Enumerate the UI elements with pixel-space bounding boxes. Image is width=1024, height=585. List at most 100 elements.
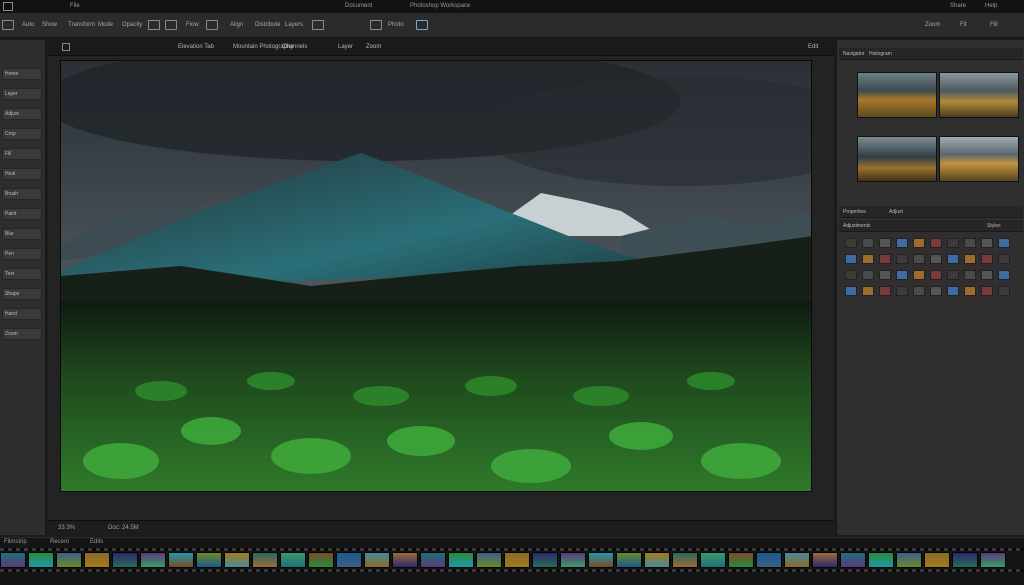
adjustment-icon[interactable] xyxy=(913,286,925,296)
filmstrip-frame[interactable] xyxy=(280,552,306,568)
filmstrip-frame[interactable] xyxy=(728,552,754,568)
tool-row[interactable]: Layer xyxy=(2,88,42,100)
filmstrip-frame[interactable] xyxy=(140,552,166,568)
tab-close-icon[interactable] xyxy=(62,43,70,51)
filmstrip-frame[interactable] xyxy=(560,552,586,568)
adjustment-icon[interactable] xyxy=(964,254,976,264)
adjustment-icon[interactable] xyxy=(879,286,891,296)
adjustments-tab[interactable]: Styles xyxy=(987,223,1001,229)
filmstrip-frame[interactable] xyxy=(308,552,334,568)
frame-icon[interactable] xyxy=(416,20,428,30)
adjustment-icon[interactable] xyxy=(930,270,942,280)
adjustment-icon[interactable] xyxy=(947,254,959,264)
adjustment-icon[interactable] xyxy=(913,238,925,248)
filmstrip-frame[interactable] xyxy=(196,552,222,568)
adjustment-icon[interactable] xyxy=(879,270,891,280)
preview-thumb-3[interactable] xyxy=(857,136,937,182)
menu-file[interactable]: File xyxy=(70,3,80,9)
option-distribute[interactable]: Distribute xyxy=(255,22,280,28)
adjustments-panel-header[interactable]: Adjustments Styles xyxy=(839,220,1023,232)
tool-row[interactable]: Hand xyxy=(2,308,42,320)
filmstrip-frame[interactable] xyxy=(28,552,54,568)
filmstrip-frame[interactable] xyxy=(0,552,26,568)
mask-icon[interactable] xyxy=(370,20,382,30)
adjustment-icon[interactable] xyxy=(879,238,891,248)
tool-row[interactable]: Heal xyxy=(2,168,42,180)
view-label[interactable]: Zoom xyxy=(366,44,381,50)
adjustment-icon[interactable] xyxy=(896,254,908,264)
option-layers[interactable]: Layers xyxy=(285,22,303,28)
adjustment-icon[interactable] xyxy=(862,254,874,264)
adjustment-icon[interactable] xyxy=(947,270,959,280)
adjustment-icon[interactable] xyxy=(964,270,976,280)
adjustment-icon[interactable] xyxy=(845,254,857,264)
preview-thumb-2[interactable] xyxy=(939,72,1019,118)
filmstrip-frame[interactable] xyxy=(336,552,362,568)
option-fit[interactable]: Fit xyxy=(960,22,967,28)
filmstrip-frame[interactable] xyxy=(588,552,614,568)
filmstrip-frame[interactable] xyxy=(784,552,810,568)
adjustment-icon[interactable] xyxy=(896,238,908,248)
adjustment-icon[interactable] xyxy=(845,238,857,248)
filmstrip-frame[interactable] xyxy=(224,552,250,568)
filmstrip-frame[interactable] xyxy=(112,552,138,568)
filmstrip-frame[interactable] xyxy=(448,552,474,568)
adjustment-icon[interactable] xyxy=(998,254,1010,264)
tool-row[interactable]: Blur xyxy=(2,228,42,240)
option-flow[interactable]: Flow xyxy=(186,22,199,28)
adjustment-icon[interactable] xyxy=(964,286,976,296)
image-canvas[interactable] xyxy=(60,60,812,492)
adjustment-icon[interactable] xyxy=(981,270,993,280)
distribute-icon[interactable] xyxy=(206,20,218,30)
navigator-tab[interactable]: Histogram xyxy=(869,51,892,57)
option-photo[interactable]: Photo xyxy=(388,22,404,28)
zoom-readout[interactable]: 33.3% xyxy=(58,525,75,531)
filmstrip-frame[interactable] xyxy=(252,552,278,568)
filmstrip-frame[interactable] xyxy=(56,552,82,568)
adjustment-icon[interactable] xyxy=(913,254,925,264)
layer-label[interactable]: Layer xyxy=(338,44,353,50)
adjustment-icon[interactable] xyxy=(947,238,959,248)
filmstrip-frame[interactable] xyxy=(980,552,1006,568)
tool-row[interactable]: Zoom xyxy=(2,328,42,340)
option-mode[interactable]: Mode xyxy=(98,22,113,28)
adjustment-icon[interactable] xyxy=(845,286,857,296)
recent-label[interactable]: Recent xyxy=(50,539,69,545)
adjustment-icon[interactable] xyxy=(862,286,874,296)
filmstrip-frame[interactable] xyxy=(840,552,866,568)
tool-row[interactable]: Home xyxy=(2,68,42,80)
properties-tab[interactable]: Adjust xyxy=(889,209,903,215)
filmstrip-frame[interactable] xyxy=(896,552,922,568)
filmstrip-frame[interactable] xyxy=(168,552,194,568)
adjustment-icon[interactable] xyxy=(981,286,993,296)
tool-row[interactable]: Adjust xyxy=(2,108,42,120)
filmstrip-frame[interactable] xyxy=(364,552,390,568)
option-fill[interactable]: Fill xyxy=(990,22,998,28)
filmstrip-frame[interactable] xyxy=(532,552,558,568)
preview-thumb-4[interactable] xyxy=(939,136,1019,182)
filmstrip-frame[interactable] xyxy=(924,552,950,568)
adjustment-icon[interactable] xyxy=(981,238,993,248)
mode-label[interactable]: Channels xyxy=(282,44,307,50)
filmstrip-frame[interactable] xyxy=(868,552,894,568)
filmstrip-frame[interactable] xyxy=(700,552,726,568)
adjustment-icon[interactable] xyxy=(913,270,925,280)
document-tab[interactable]: Elevation Tab xyxy=(178,44,214,50)
filmstrip-frame[interactable] xyxy=(812,552,838,568)
adjustment-icon[interactable] xyxy=(981,254,993,264)
filmstrip-frame[interactable] xyxy=(84,552,110,568)
tool-row[interactable]: Fill xyxy=(2,148,42,160)
tool-row[interactable]: Pen xyxy=(2,248,42,260)
option-align[interactable]: Align xyxy=(230,22,243,28)
filmstrip-frame[interactable] xyxy=(952,552,978,568)
layers-icon[interactable] xyxy=(312,20,324,30)
filmstrip-frame[interactable] xyxy=(756,552,782,568)
adjustment-icon[interactable] xyxy=(879,254,891,264)
tool-row[interactable]: Brush xyxy=(2,188,42,200)
tool-row[interactable]: Text xyxy=(2,268,42,280)
adjustment-icon[interactable] xyxy=(998,238,1010,248)
option-zoom[interactable]: Zoom xyxy=(925,22,940,28)
adjustment-icon[interactable] xyxy=(896,270,908,280)
adjustment-icon[interactable] xyxy=(947,286,959,296)
option-opacity[interactable]: Opacity xyxy=(122,22,142,28)
